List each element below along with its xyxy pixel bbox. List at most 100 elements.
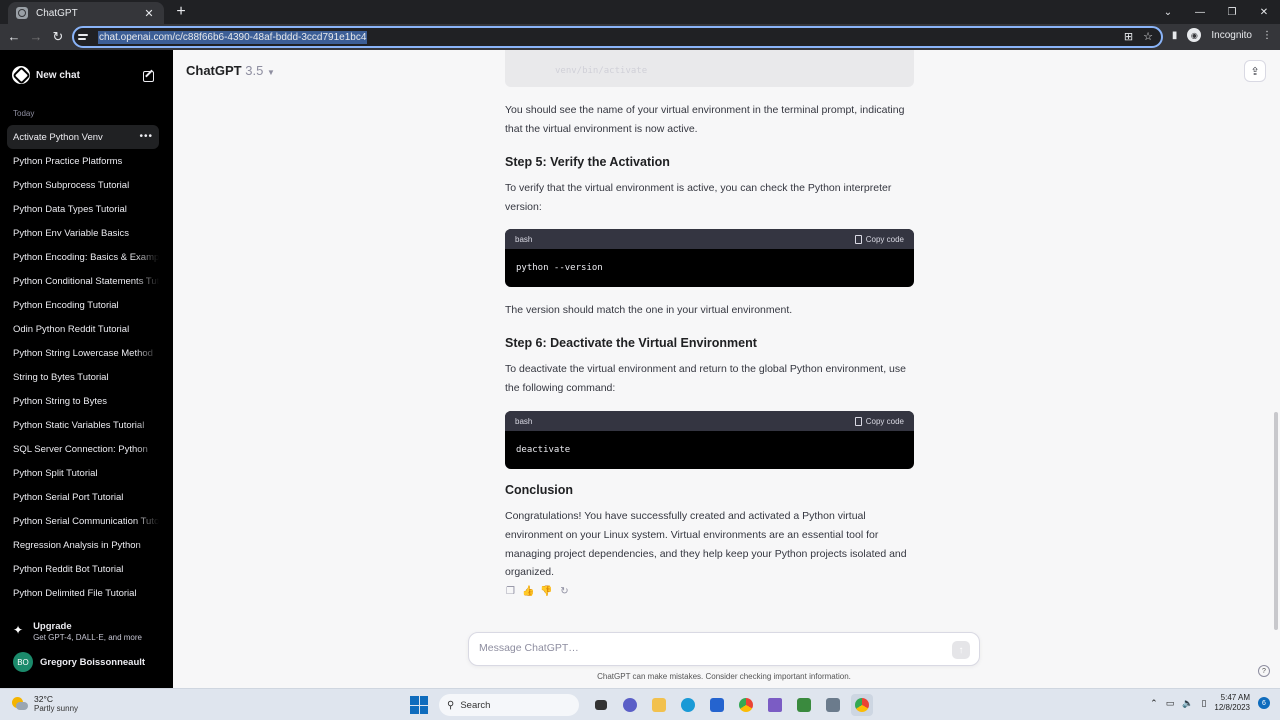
- history-item[interactable]: Python Subprocess Tutorial: [7, 173, 159, 197]
- file-explorer-icon[interactable]: [648, 694, 670, 716]
- bookmark-star-icon[interactable]: ☆: [1143, 30, 1153, 43]
- battery-icon[interactable]: ▯: [1201, 698, 1206, 709]
- history-section-label: Today: [13, 109, 35, 118]
- chevron-up-icon[interactable]: ⌃: [1150, 698, 1158, 709]
- taskbar-apps: ⚲ Search: [410, 693, 873, 717]
- history-item[interactable]: Regression Analysis in Python: [7, 533, 159, 557]
- history-item[interactable]: Python Data Types Tutorial: [7, 197, 159, 221]
- taskbar-search[interactable]: ⚲ Search: [439, 694, 579, 716]
- new-tab-button[interactable]: +: [172, 3, 190, 21]
- message-paragraph: Congratulations! You have successfully c…: [505, 510, 907, 579]
- incognito-icon[interactable]: ◉: [1187, 28, 1202, 42]
- history-item[interactable]: Python String to Bytes: [7, 389, 159, 413]
- history-item[interactable]: Python Serial Communication Tutorial: [7, 509, 159, 533]
- send-button[interactable]: ↑: [952, 641, 970, 659]
- history-item[interactable]: Python Delimited File Tutorial: [7, 581, 159, 605]
- share-button[interactable]: ⇪: [1244, 60, 1266, 82]
- chat-app-icon[interactable]: [619, 694, 641, 716]
- history-item[interactable]: Python Practice Platforms: [7, 149, 159, 173]
- model-selector[interactable]: ChatGPT 3.5 ▼: [186, 63, 275, 78]
- copy-code-button[interactable]: Copy code: [854, 416, 904, 426]
- user-name: Gregory Boissonneault: [40, 656, 146, 668]
- reload-icon[interactable]: ↻: [50, 29, 66, 45]
- message-paragraph: To deactivate the virtual environment an…: [505, 363, 906, 394]
- message-paragraph: You should see the name of your virtual …: [505, 104, 905, 135]
- chrome-icon[interactable]: [735, 694, 757, 716]
- step-heading: Step 5: Verify the Activation: [505, 155, 670, 169]
- partly-sunny-icon: [12, 696, 28, 711]
- upgrade-plan-button[interactable]: ✦ Upgrade Get GPT-4, DALL·E, and more: [13, 621, 142, 642]
- message-paragraph: To verify that the virtual environment i…: [505, 182, 892, 213]
- qr-code-icon[interactable]: ⊞: [1124, 30, 1133, 43]
- message-composer: ↑: [468, 632, 980, 666]
- chrome-active-icon[interactable]: [851, 694, 873, 716]
- thumbs-up-icon[interactable]: 👍: [522, 586, 534, 597]
- code-block: bash Copy code deactivate: [505, 411, 914, 469]
- weather-widget[interactable]: 32°C Partly sunny: [12, 694, 78, 713]
- address-bar[interactable]: chat.openai.com/c/c88f66b6-4390-48af-bdd…: [72, 26, 1163, 48]
- side-panel-icon[interactable]: ▮: [1172, 30, 1178, 41]
- history-item[interactable]: Odin Python Reddit Tutorial: [7, 317, 159, 341]
- monitor-app-icon[interactable]: [822, 694, 844, 716]
- user-menu[interactable]: BO Gregory Boissonneault: [13, 652, 145, 672]
- send-arrow-icon: ↑: [958, 644, 964, 656]
- message-input[interactable]: [479, 642, 939, 654]
- store-icon[interactable]: [706, 694, 728, 716]
- history-item[interactable]: String to Bytes Tutorial: [7, 365, 159, 389]
- clipboard-icon: [854, 234, 862, 244]
- code-line: venv/bin/activate: [555, 66, 648, 76]
- history-item[interactable]: Python Conditional Statements Tutorial: [7, 269, 159, 293]
- scrollbar-thumb[interactable]: [1274, 412, 1278, 630]
- weather-condition: Partly sunny: [34, 704, 79, 713]
- new-chat-edit-icon[interactable]: [143, 69, 155, 82]
- spreadsheet-app-icon[interactable]: [793, 694, 815, 716]
- history-item[interactable]: Python Env Variable Basics: [7, 221, 159, 245]
- history-item[interactable]: Python String Lowercase Method: [7, 341, 159, 365]
- window-controls: ⌄ — ❐ ✕: [1152, 0, 1280, 24]
- browser-menu-icon[interactable]: ⋮: [1262, 30, 1272, 41]
- history-item[interactable]: SQL Server Connection: Python: [7, 437, 159, 461]
- notification-badge[interactable]: 6: [1258, 697, 1270, 709]
- more-options-icon[interactable]: •••: [139, 131, 153, 142]
- incognito-label[interactable]: Incognito: [1211, 30, 1252, 41]
- vpn-app-icon[interactable]: [764, 694, 786, 716]
- code-block: bash Copy code python --version: [505, 229, 914, 287]
- copy-icon[interactable]: ❐: [505, 586, 516, 597]
- chevron-down-icon: ▼: [266, 68, 275, 77]
- history-item[interactable]: Activate Python Venv •••: [7, 125, 159, 149]
- message-actions: ❐ 👍 👎 ↻: [505, 586, 570, 597]
- url-text[interactable]: chat.openai.com/c/c88f66b6-4390-48af-bdd…: [98, 30, 368, 44]
- new-chat-button[interactable]: New chat: [6, 63, 161, 87]
- clock[interactable]: 5:47 AM 12/8/2023: [1214, 693, 1250, 713]
- history-item[interactable]: Python Serial Port Tutorial: [7, 485, 159, 509]
- minimize-icon[interactable]: —: [1184, 0, 1216, 24]
- browser-tab[interactable]: ChatGPT ✕: [8, 2, 164, 24]
- history-item[interactable]: Python Split Tutorial: [7, 461, 159, 485]
- tab-search-icon[interactable]: ⌄: [1152, 0, 1184, 24]
- thumbs-down-icon[interactable]: 👎: [540, 586, 552, 597]
- site-info-icon[interactable]: [78, 30, 92, 44]
- close-window-icon[interactable]: ✕: [1248, 0, 1280, 24]
- back-icon[interactable]: ←: [6, 29, 22, 45]
- model-name: ChatGPT: [186, 63, 242, 78]
- history-item[interactable]: Python Static Variables Tutorial: [7, 413, 159, 437]
- volume-icon[interactable]: 🔈: [1182, 698, 1193, 709]
- temperature: 32°C: [34, 694, 53, 704]
- history-item[interactable]: Python Encoding Tutorial: [7, 293, 159, 317]
- edge-icon[interactable]: [677, 694, 699, 716]
- copy-code-button[interactable]: Copy code: [854, 234, 904, 244]
- forward-icon[interactable]: →: [28, 29, 44, 45]
- step-heading: Step 6: Deactivate the Virtual Environme…: [505, 336, 757, 350]
- avatar: BO: [13, 652, 33, 672]
- regenerate-icon[interactable]: ↻: [559, 586, 570, 597]
- network-icon[interactable]: ▭: [1166, 698, 1175, 709]
- start-button[interactable]: [410, 696, 428, 714]
- history-item[interactable]: Python Reddit Bot Tutorial: [7, 557, 159, 581]
- sparkle-icon: ✦: [13, 623, 24, 637]
- restore-icon[interactable]: ❐: [1216, 0, 1248, 24]
- help-button[interactable]: ?: [1258, 665, 1270, 677]
- close-tab-icon[interactable]: ✕: [142, 7, 156, 20]
- history-item[interactable]: Python Encoding: Basics & Examples: [7, 245, 159, 269]
- search-icon: ⚲: [447, 699, 455, 711]
- task-view-icon[interactable]: [590, 694, 612, 716]
